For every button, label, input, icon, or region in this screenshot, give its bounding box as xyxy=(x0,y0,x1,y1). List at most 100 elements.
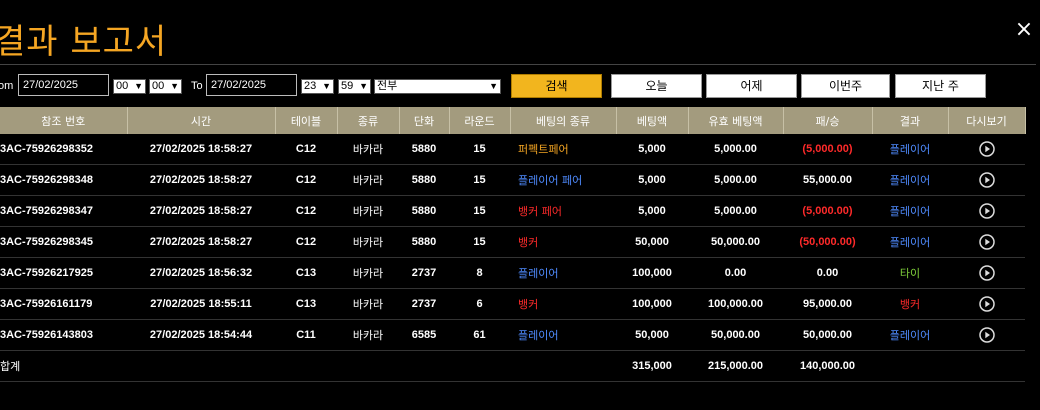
empty-cell xyxy=(127,350,275,382)
play-circle-icon[interactable] xyxy=(978,141,995,157)
table-body: 3AC-75926298352 27/02/2025 18:58:27 C12 바카라… xyxy=(0,134,1025,382)
to-hour-select[interactable]: 23 ▼ xyxy=(301,79,334,94)
round-number: 15 xyxy=(449,134,510,165)
replay-cell xyxy=(948,319,1025,351)
table-row: 3AC-75926217925 27/02/2025 18:56:32 C13 바카라… xyxy=(0,257,1025,289)
empty-cell xyxy=(449,350,510,382)
shoe-number: 5880 xyxy=(399,226,449,258)
column-header: 종류 xyxy=(337,107,400,134)
reference-number: 3AC-75926161179 xyxy=(0,288,127,320)
chevron-down-icon: ▼ xyxy=(134,81,143,91)
bet-type: 뱅커 xyxy=(510,288,616,320)
table-row: 3AC-75926298348 27/02/2025 18:58:27 C12 바카라… xyxy=(0,164,1025,196)
from-hour-value: 00 xyxy=(116,80,129,92)
replay-cell xyxy=(948,257,1025,289)
result: 뱅커 xyxy=(872,288,948,320)
bet-type-select-value: 전부 xyxy=(377,80,398,92)
table-id: C13 xyxy=(275,257,337,289)
bet-amount: 5,000 xyxy=(616,195,688,227)
win-loss: 95,000.00 xyxy=(783,288,872,320)
game-type: 바카라 xyxy=(337,134,399,165)
reference-number: 3AC-75926298347 xyxy=(0,195,127,227)
table-row: 3AC-75926161179 27/02/2025 18:55:11 C13 바카라… xyxy=(0,288,1025,320)
win-loss: 55,000.00 xyxy=(783,164,872,196)
column-header: 단화 xyxy=(399,107,450,134)
from-minute-select[interactable]: 00 ▼ xyxy=(149,79,182,94)
game-type: 바카라 xyxy=(337,164,399,196)
filter-bar: om 27/02/2025 00 ▼ 00 ▼ To 27/02/2025 23 ▼ … xyxy=(0,74,1040,98)
from-label: om xyxy=(0,80,14,92)
result: 타이 xyxy=(872,257,948,289)
result: 플레이어 xyxy=(872,226,948,258)
play-circle-icon[interactable] xyxy=(978,327,995,343)
chevron-down-icon: ▼ xyxy=(359,81,368,91)
column-header: 베팅의 종류 xyxy=(510,107,617,134)
chevron-down-icon: ▼ xyxy=(170,81,179,91)
table-id: C12 xyxy=(275,164,337,196)
table-row: 3AC-75926298352 27/02/2025 18:58:27 C12 바카라… xyxy=(0,134,1025,165)
play-circle-icon[interactable] xyxy=(978,203,995,219)
round-number: 8 xyxy=(449,257,510,289)
search-button[interactable]: 검색 xyxy=(511,74,602,98)
game-type: 바카라 xyxy=(337,288,399,320)
total-win-loss: 140,000.00 xyxy=(783,350,872,382)
column-header: 베팅액 xyxy=(616,107,689,134)
round-number: 15 xyxy=(449,226,510,258)
today-button[interactable]: 오늘 xyxy=(611,74,702,98)
empty-cell xyxy=(510,350,616,382)
table-id: C13 xyxy=(275,288,337,320)
this-week-button[interactable]: 이번주 xyxy=(801,74,890,98)
column-header: 결과 xyxy=(872,107,949,134)
to-date-input[interactable]: 27/02/2025 xyxy=(206,74,297,96)
bet-time: 27/02/2025 18:55:11 xyxy=(127,288,275,320)
bet-time: 27/02/2025 18:58:27 xyxy=(127,134,275,165)
play-circle-icon[interactable] xyxy=(978,265,995,281)
win-loss: 0.00 xyxy=(783,257,872,289)
column-header: 라운드 xyxy=(449,107,511,134)
result: 플레이어 xyxy=(872,164,948,196)
close-icon[interactable]: × xyxy=(1012,16,1036,44)
column-header: 다시보기 xyxy=(948,107,1026,134)
play-circle-icon[interactable] xyxy=(978,296,995,312)
table-id: C12 xyxy=(275,134,337,165)
valid-bet-amount: 100,000.00 xyxy=(688,288,783,320)
valid-bet-amount: 50,000.00 xyxy=(688,319,783,351)
shoe-number: 6585 xyxy=(399,319,449,351)
to-label: To xyxy=(191,80,203,92)
win-loss: (50,000.00) xyxy=(783,226,872,258)
game-type: 바카라 xyxy=(337,257,399,289)
reference-number: 3AC-75926217925 xyxy=(0,257,127,289)
shoe-number: 5880 xyxy=(399,164,449,196)
to-minute-select[interactable]: 59 ▼ xyxy=(338,79,371,94)
chevron-down-icon: ▼ xyxy=(489,81,498,91)
game-type: 바카라 xyxy=(337,319,399,351)
reference-number: 3AC-75926143803 xyxy=(0,319,127,351)
yesterday-button[interactable]: 어제 xyxy=(706,74,797,98)
shoe-number: 2737 xyxy=(399,288,449,320)
round-number: 15 xyxy=(449,164,510,196)
shoe-number: 5880 xyxy=(399,195,449,227)
bet-amount: 5,000 xyxy=(616,164,688,196)
empty-cell xyxy=(337,350,399,382)
bet-type: 뱅커 xyxy=(510,226,616,258)
reference-number: 3AC-75926298348 xyxy=(0,164,127,196)
table-id: C12 xyxy=(275,226,337,258)
result-report-page: 결과 보고서 × om 27/02/2025 00 ▼ 00 ▼ To 27/02/… xyxy=(0,0,1040,410)
bet-time: 27/02/2025 18:58:27 xyxy=(127,226,275,258)
shoe-number: 2737 xyxy=(399,257,449,289)
total-bet-amount: 315,000 xyxy=(616,350,688,382)
from-hour-select[interactable]: 00 ▼ xyxy=(113,79,146,94)
table-id: C12 xyxy=(275,195,337,227)
table-row: 3AC-75926143803 27/02/2025 18:54:44 C11 바카라… xyxy=(0,319,1025,351)
valid-bet-amount: 0.00 xyxy=(688,257,783,289)
table-row: 3AC-75926298347 27/02/2025 18:58:27 C12 바카라… xyxy=(0,195,1025,227)
play-circle-icon[interactable] xyxy=(978,172,995,188)
chevron-down-icon: ▼ xyxy=(322,81,331,91)
play-circle-icon[interactable] xyxy=(978,234,995,250)
total-valid-bet-amount: 215,000.00 xyxy=(688,350,783,382)
from-date-input[interactable]: 27/02/2025 xyxy=(18,74,109,96)
bet-type-select[interactable]: 전부 ▼ xyxy=(374,79,501,94)
column-header: 테이블 xyxy=(275,107,338,134)
round-number: 15 xyxy=(449,195,510,227)
last-week-button[interactable]: 지난 주 xyxy=(895,74,986,98)
